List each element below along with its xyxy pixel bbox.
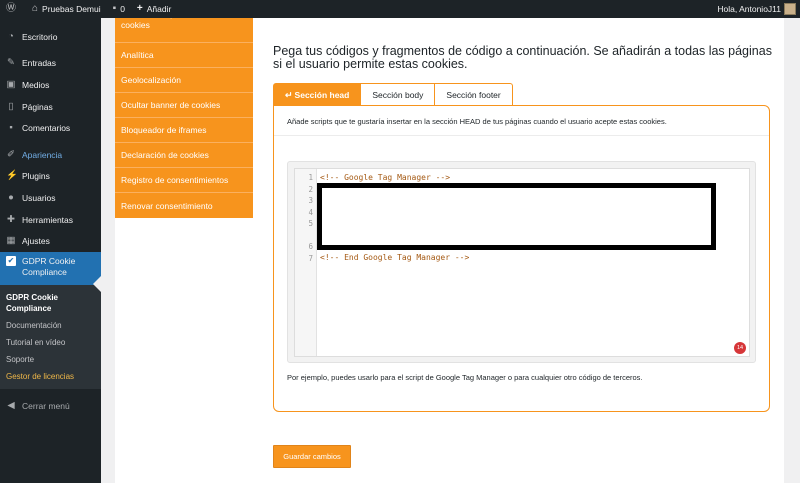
sidebar-item-apariencia[interactable]: ✐ Apariencia xyxy=(0,144,101,166)
sidebar-item-comentarios[interactable]: ▪ Comentarios xyxy=(0,117,101,139)
return-arrow-icon: ↵ xyxy=(285,89,293,100)
nav-item-ocultar-banner[interactable]: Ocultar banner de cookies xyxy=(115,93,253,118)
sidebar-item-label: GDPR Cookie Compliance xyxy=(22,255,76,277)
code-line-first: <!-- Google Tag Manager --> xyxy=(320,172,451,182)
sidebar-item-label: Páginas xyxy=(22,101,53,112)
divider xyxy=(274,135,769,136)
new-content-button[interactable]: + Añadir xyxy=(131,0,177,18)
sidebar-item-entradas[interactable]: ✎ Entradas xyxy=(0,53,101,75)
sidebar-item-usuarios[interactable]: ● Usuarios xyxy=(0,187,101,209)
line-number: 1 xyxy=(308,173,313,182)
submenu-item-soporte[interactable]: Soporte xyxy=(0,351,101,368)
nav-item-analitica[interactable]: Analítica xyxy=(115,43,253,68)
tab-head[interactable]: ↵ Sección head xyxy=(273,83,362,106)
media-icon: ▣ xyxy=(6,78,16,90)
comments-icon: ▪ xyxy=(9,122,13,134)
line-gutter: 1 2 3 4 5 6 7 xyxy=(295,169,317,356)
gdpr-submenu: GDPR Cookie Compliance Documentación Tut… xyxy=(0,284,101,389)
submenu-item-documentacion[interactable]: Documentación xyxy=(0,317,101,334)
sidebar-item-label: Apariencia xyxy=(22,149,63,160)
line-number: 5 xyxy=(308,219,313,228)
section-tabs: ↵ Sección head Sección body Sección foot… xyxy=(273,83,513,106)
tab-footer[interactable]: Sección footer xyxy=(434,83,513,106)
wordpress-icon: Ⓦ xyxy=(6,3,16,14)
line-number: 6 xyxy=(308,242,313,251)
comments-count: 0 xyxy=(120,4,125,14)
code-line-last: <!-- End Google Tag Manager --> xyxy=(320,253,470,262)
nav-item-pantalla-completa[interactable]: Pantalla completa / Muro de cookies xyxy=(115,18,253,43)
redacted-code-block xyxy=(317,183,716,250)
line-number: 2 xyxy=(308,184,313,194)
sidebar-item-medios[interactable]: ▣ Medios xyxy=(0,74,101,96)
greeting: Hola, AntonioJ11 xyxy=(717,4,781,14)
nav-item-geolocalizacion[interactable]: Geolocalización xyxy=(115,68,253,93)
sidebar-item-label: Escritorio xyxy=(22,31,58,42)
comments-link[interactable]: ▪ 0 xyxy=(107,0,131,18)
wordpress-logo-button[interactable]: Ⓦ xyxy=(0,0,26,18)
collapse-menu-button[interactable]: ◀ Cerrar menú xyxy=(0,395,101,417)
avatar xyxy=(784,3,796,15)
dashboard-icon: ◔ xyxy=(8,30,14,42)
pages-icon: ▯ xyxy=(8,100,14,112)
page-heading: Pega tus códigos y fragmentos de código … xyxy=(273,44,772,71)
tab-description: Añade scripts que te gustaría insertar e… xyxy=(287,117,667,126)
admin-sidebar: ◔ Escritorio ✎ Entradas ▣ Medios ▯ Págin… xyxy=(0,18,101,483)
home-icon: ⌂ xyxy=(32,3,39,14)
sidebar-item-plugins[interactable]: ⚡ Plugins xyxy=(0,166,101,188)
line-number: 4 xyxy=(308,207,313,217)
current-menu-arrow xyxy=(93,276,101,292)
site-name-link[interactable]: ⌂ Pruebas Demui xyxy=(26,0,107,18)
nav-item-bloqueador-iframes[interactable]: Bloqueador de iframes xyxy=(115,118,253,143)
sidebar-item-label: Entradas xyxy=(22,58,57,69)
settings-nav: Pantalla completa / Muro de cookies Anal… xyxy=(115,18,253,218)
tab-panel: Añade scripts que te gustaría insertar e… xyxy=(273,105,770,412)
line-number: 7 xyxy=(308,253,313,263)
settings-icon: ▦ xyxy=(6,235,16,247)
brush-icon: ✐ xyxy=(7,148,15,160)
site-name: Pruebas Demui xyxy=(42,4,101,14)
sidebar-item-gdpr[interactable]: ✔ GDPR Cookie Compliance xyxy=(0,251,101,285)
sidebar-item-ajustes[interactable]: ▦ Ajustes xyxy=(0,230,101,252)
submenu-item-licencias[interactable]: Gestor de licencias xyxy=(0,368,101,385)
sidebar-item-paginas[interactable]: ▯ Páginas xyxy=(0,96,101,118)
sidebar-item-label: Usuarios xyxy=(22,192,56,203)
collapse-icon: ◀ xyxy=(7,399,15,411)
tab-label: Sección head xyxy=(294,90,350,100)
nav-item-declaracion[interactable]: Declaración de cookies xyxy=(115,143,253,168)
submenu-item-tutorial[interactable]: Tutorial en vídeo xyxy=(0,334,101,351)
nav-item-renovar[interactable]: Renovar consentimiento xyxy=(115,193,253,218)
tab-label: Sección body xyxy=(372,90,424,100)
code-hint: Por ejemplo, puedes usarlo para el scrip… xyxy=(287,373,643,382)
users-icon: ● xyxy=(8,191,14,203)
save-button[interactable]: Guardar cambios xyxy=(273,445,351,468)
tab-label: Sección footer xyxy=(446,90,501,100)
sidebar-item-label: Plugins xyxy=(22,171,50,182)
code-editor-wrapper: 1 2 3 4 5 6 7 <!-- Google Tag Manager --… xyxy=(287,161,756,363)
nav-item-registro[interactable]: Registro de consentimientos xyxy=(115,168,253,193)
nav-spacer xyxy=(115,218,253,483)
lint-error-badge[interactable]: 14 xyxy=(734,342,746,354)
collapse-label: Cerrar menú xyxy=(22,400,70,411)
sidebar-item-label: Medios xyxy=(22,79,50,90)
comment-icon: ▪ xyxy=(112,3,117,14)
sidebar-item-herramientas[interactable]: ✚ Herramientas xyxy=(0,209,101,231)
my-account-link[interactable]: Hola, AntonioJ11 xyxy=(711,0,800,18)
plus-icon: + xyxy=(136,3,143,14)
sidebar-item-label: Herramientas xyxy=(22,214,74,225)
sidebar-item-label: Comentarios xyxy=(22,123,71,134)
pin-icon: ✎ xyxy=(7,57,15,69)
admin-bar: Ⓦ ⌂ Pruebas Demui ▪ 0 + Añadir Hola, Ant… xyxy=(0,0,800,18)
checkbox-icon: ✔ xyxy=(6,255,16,266)
line-number: 3 xyxy=(308,196,313,205)
sidebar-item-escritorio[interactable]: ◔ Escritorio xyxy=(0,26,101,48)
tab-body[interactable]: Sección body xyxy=(360,83,436,106)
new-label: Añadir xyxy=(146,4,172,14)
plugin-icon: ⚡ xyxy=(6,170,18,182)
code-editor[interactable]: 1 2 3 4 5 6 7 <!-- Google Tag Manager --… xyxy=(294,168,750,357)
main-panel: Pega tus códigos y fragmentos de código … xyxy=(253,18,784,483)
tools-icon: ✚ xyxy=(7,213,15,225)
submenu-item-gdpr[interactable]: GDPR Cookie Compliance xyxy=(0,289,101,317)
sidebar-item-label: Ajustes xyxy=(22,236,50,247)
